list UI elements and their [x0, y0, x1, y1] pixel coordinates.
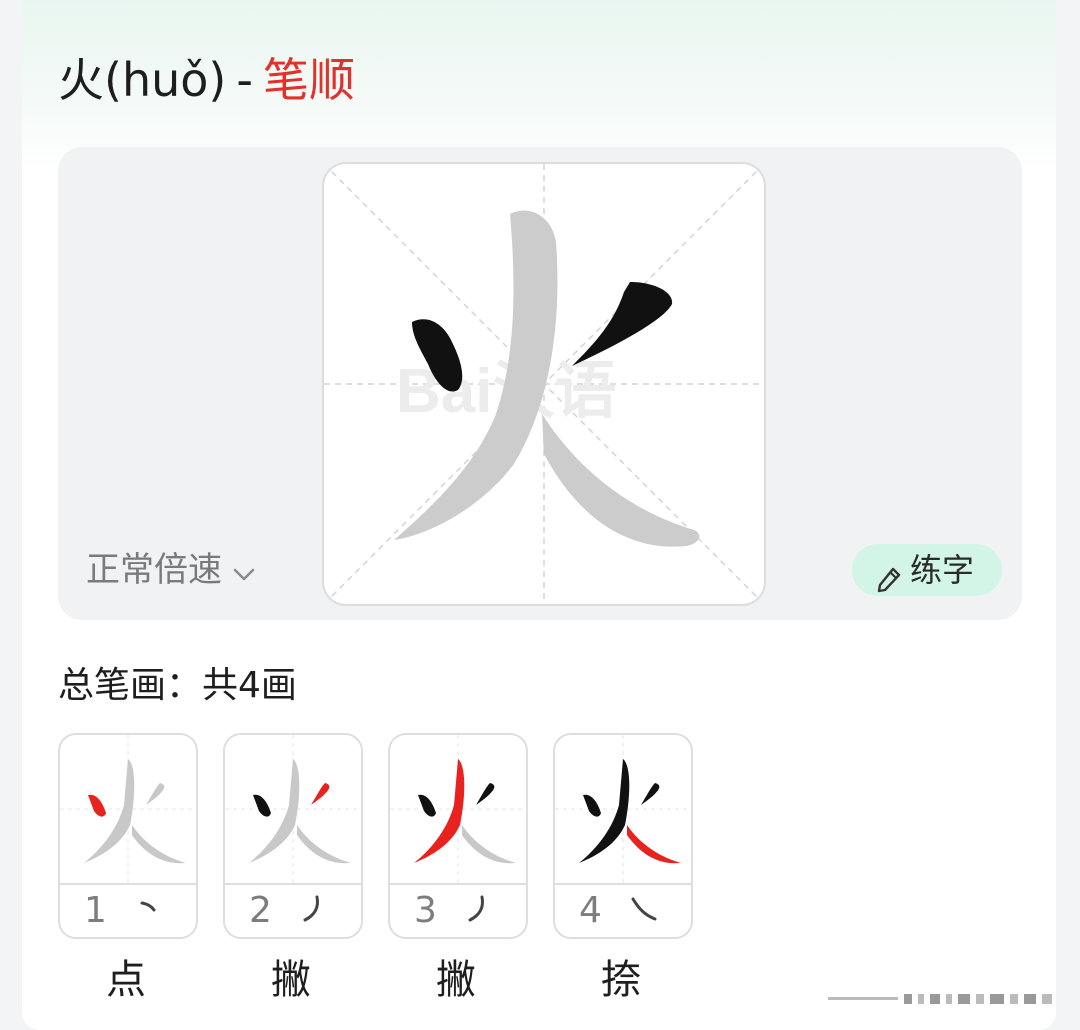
home-indicator — [828, 994, 1052, 1004]
stroke-card-divider — [555, 883, 691, 885]
speed-label: 正常倍速 — [86, 550, 222, 590]
stroke-na — [542, 414, 700, 547]
stroke-card-3[interactable]: 3 — [388, 733, 528, 939]
stroke-count-label: 总笔画： — [58, 665, 203, 706]
stroke-thumbnail — [225, 735, 361, 883]
stroke-glyph-dian — [140, 901, 156, 912]
stroke-card-divider — [225, 883, 361, 885]
character-grid[interactable]: Bai汉语 — [322, 162, 766, 606]
stroke-name-4: 捺 — [601, 957, 641, 1003]
page-title: 火(huǒ) - 笔顺 — [58, 45, 355, 115]
title-section: 笔顺 — [262, 53, 355, 107]
stroke-card-1[interactable]: 1 — [58, 733, 198, 939]
stroke-thumbnail — [555, 735, 691, 883]
stroke-animation-stage: Bai汉语 正常倍速 练字 — [58, 147, 1022, 620]
stroke-glyph-na — [631, 897, 657, 921]
stroke-name-2: 撇 — [271, 957, 311, 1003]
title-pinyin: (huǒ) — [104, 53, 227, 107]
stroke-card-divider — [60, 883, 196, 885]
stroke-pie-short — [572, 282, 673, 366]
stroke-thumbnail — [390, 735, 526, 883]
chevron-down-icon — [232, 547, 256, 597]
practice-button[interactable]: 练字 — [852, 544, 1002, 596]
stroke-glyph-pie — [303, 895, 319, 922]
pencil-icon — [876, 557, 902, 609]
title-character: 火 — [58, 53, 104, 107]
stroke-glyph-pie — [468, 895, 484, 922]
title-separator: - — [236, 53, 253, 107]
stroke-thumbnail — [60, 735, 196, 883]
stroke-index: 2 — [249, 890, 272, 931]
stroke-index: 3 — [414, 890, 437, 931]
stroke-index: 4 — [579, 890, 602, 931]
speed-selector[interactable]: 正常倍速 — [86, 545, 256, 595]
stroke-name-1: 点 — [106, 957, 146, 1003]
animated-character: Bai汉语 — [324, 164, 764, 604]
practice-label: 练字 — [910, 551, 975, 589]
stroke-card-divider — [390, 883, 526, 885]
stroke-count-value: 共4画 — [202, 665, 297, 706]
stroke-card-4[interactable]: 4 — [553, 733, 693, 939]
stroke-index: 1 — [84, 890, 107, 931]
stroke-name-3: 撇 — [436, 957, 476, 1003]
stroke-card-2[interactable]: 2 — [223, 733, 363, 939]
stroke-count: 总笔画：共4画 — [58, 660, 297, 712]
